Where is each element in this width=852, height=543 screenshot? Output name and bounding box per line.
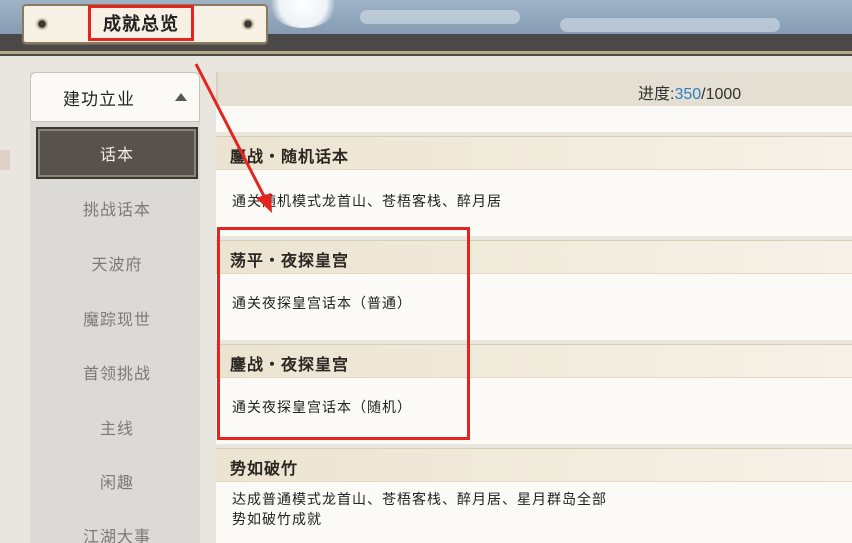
progress-readout: 进度:350/1000 [638,80,741,104]
annotation-box-title [88,5,194,41]
scroll-ornament-icon [240,18,256,30]
collapse-caret-icon[interactable] [175,93,187,101]
content-spacer [216,106,852,132]
header-trim [0,51,852,54]
left-edge-decoration [0,150,10,170]
sidebar-item-huaben[interactable]: 话本 [36,127,198,179]
achievement-description: 通关随机模式龙首山、苍梧客栈、醉月居 [232,194,502,210]
sidebar-item-leisure[interactable]: 闲趣 [36,455,198,507]
achievement-title: 荡平・夜探皇宫 [230,251,350,270]
cloud-decoration [560,18,780,32]
achievement-header: 荡平・夜探皇宫 [216,240,852,274]
achievement-card: 鏖战・随机话本 通关随机模式龙首山、苍梧客栈、醉月居 [216,136,852,236]
sidebar-item-boss-challenge[interactable]: 首领挑战 [36,346,198,398]
achievement-card: 势如破竹 达成普通模式龙首山、苍梧客栈、醉月居、星月群岛全部 势如破竹成就 [216,448,852,543]
sidebar-item-challenge-huaben[interactable]: 挑战话本 [36,182,198,234]
sidebar-item-mozong[interactable]: 魔踪现世 [36,292,198,344]
achievement-card: 荡平・夜探皇宫 通关夜探皇宫话本（普通） [216,240,852,340]
achievement-header: 鏖战・随机话本 [216,136,852,170]
achievement-header: 鏖战・夜探皇宫 [216,344,852,378]
achievement-card: 鏖战・夜探皇宫 通关夜探皇宫话本（随机） [216,344,852,444]
sidebar-item-tianbofu[interactable]: 天波府 [36,237,198,289]
achievement-description: 通关夜探皇宫话本（随机） [232,400,412,416]
achievement-title: 势如破竹 [230,459,299,478]
achievement-title: 鏖战・夜探皇宫 [230,355,350,374]
cloud-decoration [360,10,520,24]
scroll-ornament-icon [34,18,50,30]
achievement-description: 达成普通模式龙首山、苍梧客栈、醉月居、星月群岛全部 势如破竹成就 [232,492,607,528]
moon-decoration [268,0,338,28]
sidebar-item-jianghu-events[interactable]: 江湖大事 [36,509,198,543]
achievement-description: 通关夜探皇宫话本（普通） [232,296,412,312]
sidebar-category-label: 建功立业 [63,90,135,110]
sidebar-category-header[interactable]: 建功立业 [30,72,200,122]
achievement-title: 鏖战・随机话本 [230,147,350,166]
progress-label: 进度: [638,86,675,103]
progress-current: 350 [674,86,702,103]
achievement-header: 势如破竹 [216,448,852,482]
progress-bar [216,72,852,106]
progress-total: /1000 [701,86,742,103]
sidebar-item-main-quest[interactable]: 主线 [36,401,198,453]
